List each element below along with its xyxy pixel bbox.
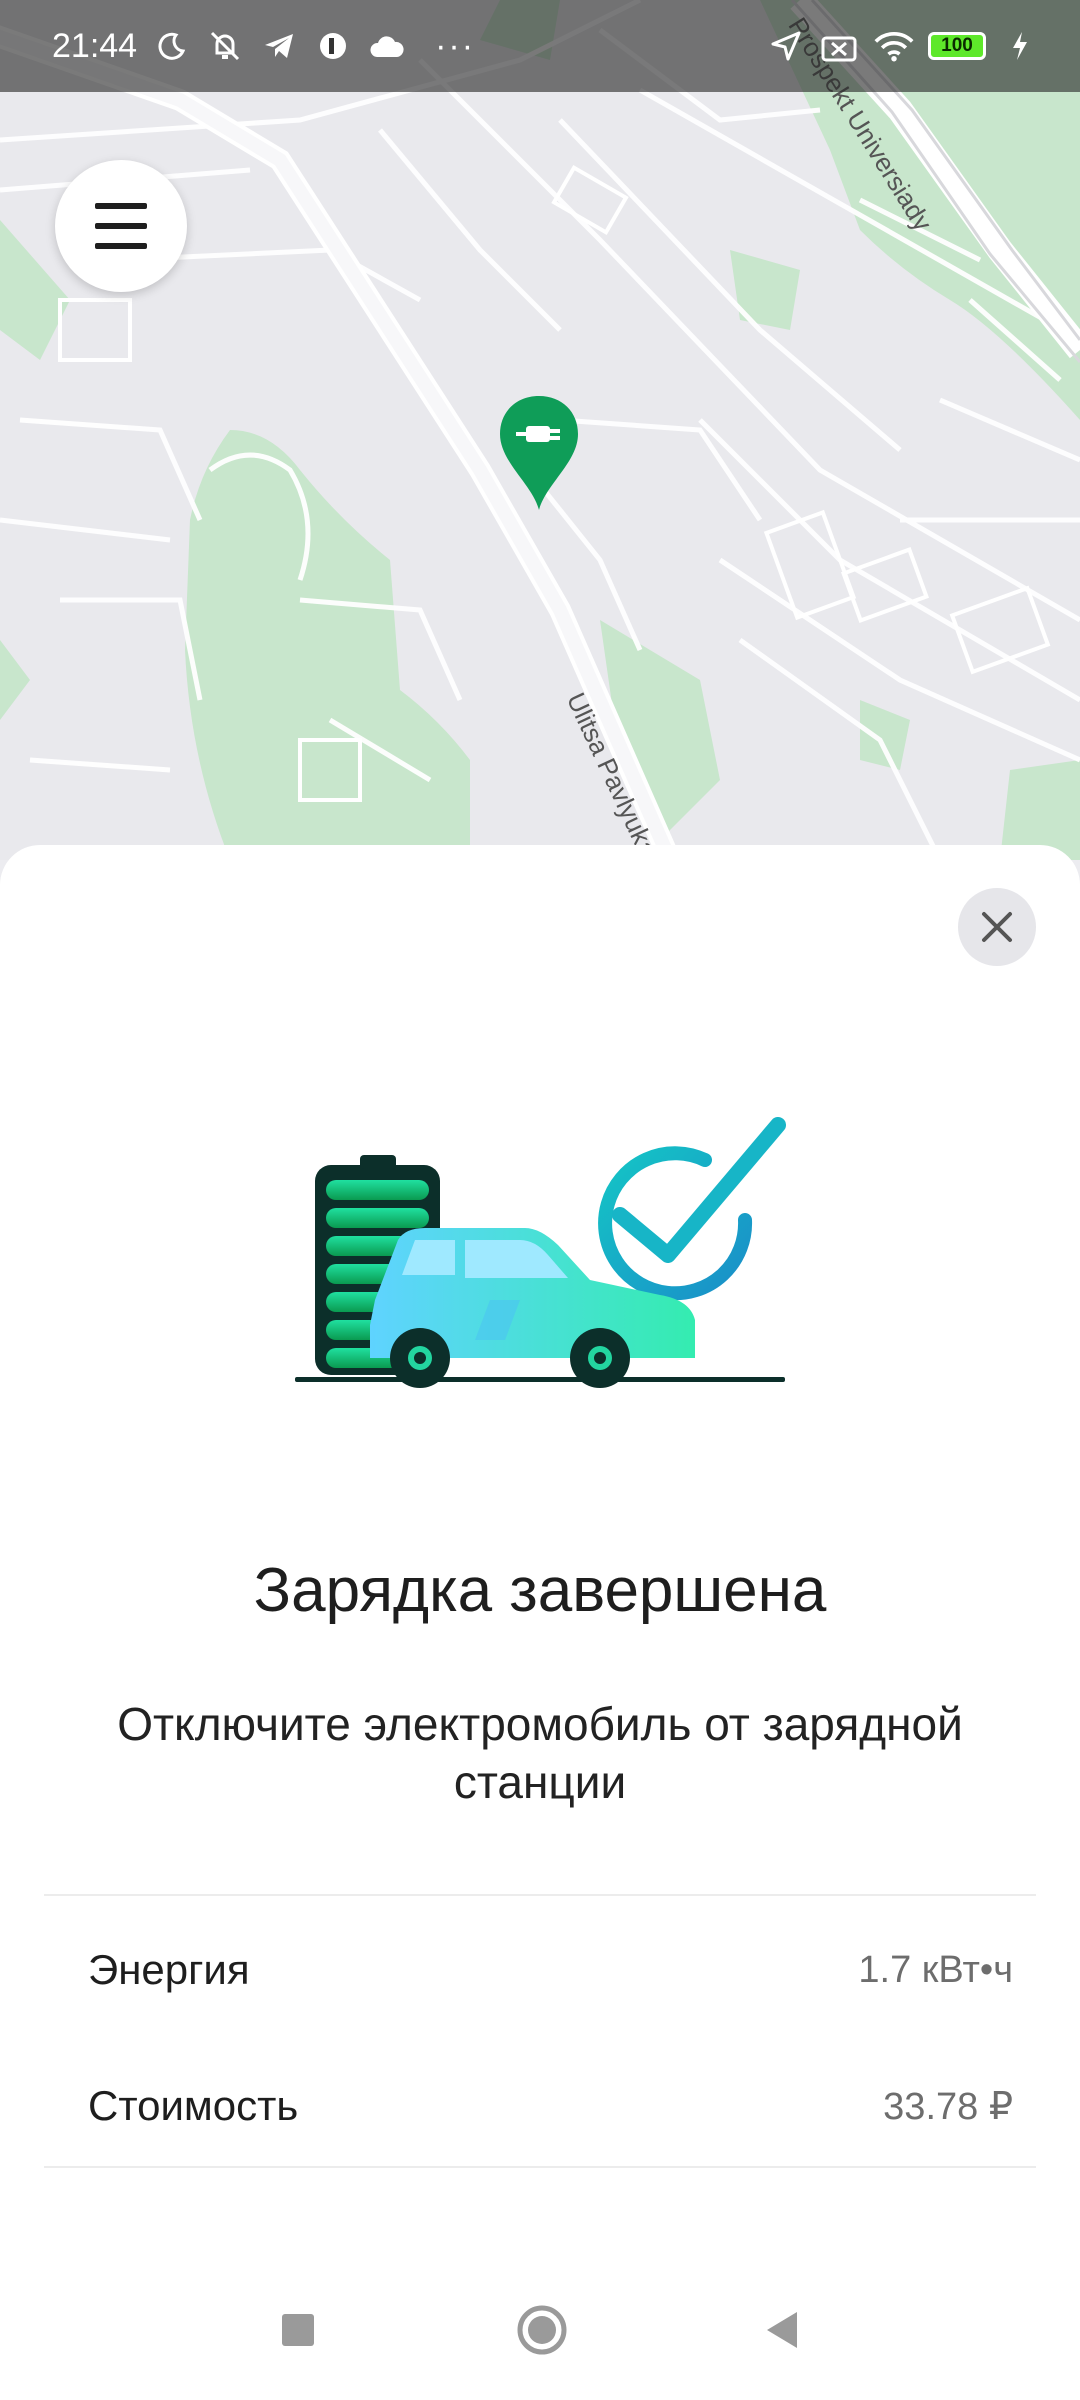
system-navigation-bar — [0, 2280, 1080, 2390]
status-bar: 21:44 ··· 100 — [0, 0, 1080, 92]
close-button[interactable] — [958, 888, 1036, 966]
more-notifications-indicator: ··· — [435, 26, 476, 65]
close-icon — [982, 912, 1012, 942]
back-button[interactable] — [752, 2300, 812, 2360]
sheet-subtitle: Отключите электромобиль от зарядной стан… — [117, 1698, 963, 1808]
recents-square-icon — [282, 2314, 314, 2346]
cloud-icon — [367, 26, 407, 66]
divider — [44, 1894, 1036, 1896]
hamburger-icon — [95, 203, 147, 249]
energy-label: Энергия — [88, 1946, 250, 1993]
home-button[interactable] — [510, 2298, 574, 2362]
wifi-icon — [874, 26, 914, 66]
location-arrow-icon — [766, 26, 806, 66]
charging-complete-illustration — [290, 1100, 790, 1390]
recents-button[interactable] — [268, 2300, 328, 2360]
clock: 21:44 — [52, 26, 138, 65]
energy-row: Энергия 1.7 кВт•ч — [88, 1940, 1013, 2000]
back-triangle-icon — [767, 2312, 797, 2348]
charging-station-pin-icon[interactable] — [496, 392, 582, 514]
menu-button[interactable] — [55, 160, 187, 292]
battery-indicator: 100 — [928, 32, 986, 60]
divider — [44, 2166, 1036, 2168]
cost-label: Стоимость — [88, 2082, 299, 2129]
muted-bell-icon — [205, 26, 245, 66]
do-not-disturb-moon-icon — [151, 26, 191, 66]
charging-bolt-icon — [1000, 26, 1040, 66]
energy-value: 1.7 кВт•ч — [858, 1948, 1013, 1991]
app-notification-icon — [313, 26, 353, 66]
telegram-icon — [259, 26, 299, 66]
cost-value: 33.78 ₽ — [883, 2085, 1013, 2128]
home-circle-icon — [517, 2305, 567, 2355]
cost-row: Стоимость 33.78 ₽ — [88, 2076, 1013, 2136]
no-sim-icon — [820, 26, 860, 66]
sheet-title: Зарядка завершена — [253, 1556, 827, 1625]
